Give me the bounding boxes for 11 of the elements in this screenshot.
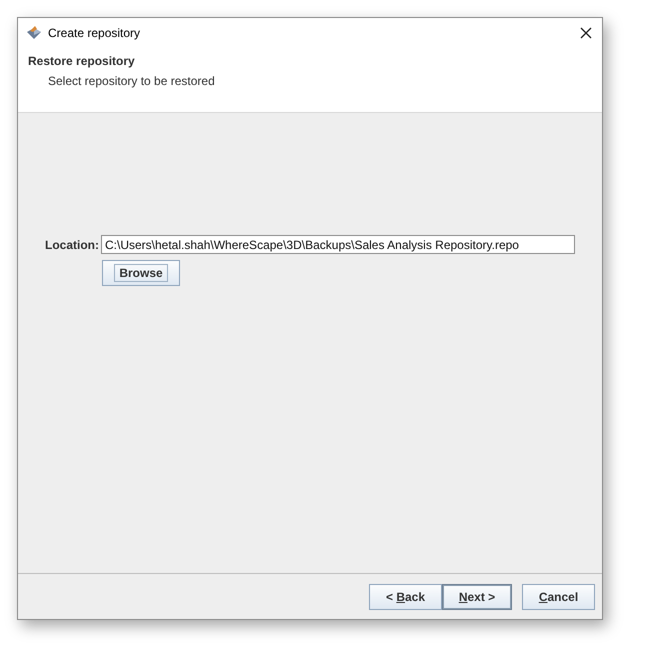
location-field[interactable]: C:\Users\hetal.shah\WhereScape\3D\Backups\Sales Analysis Repository.repo: [101, 235, 575, 254]
header-title: Restore repository: [28, 54, 136, 68]
app-logo-icon: [26, 26, 42, 40]
cancel-button[interactable]: Cancel: [522, 584, 595, 610]
header-subtitle: Select repository to be restored: [47, 74, 216, 88]
next-button[interactable]: Next >: [442, 584, 512, 610]
window-title: Create repository: [48, 26, 142, 40]
browse-button[interactable]: Browse: [102, 260, 180, 286]
location-label: Location:: [45, 238, 98, 252]
back-button[interactable]: < Back: [369, 584, 442, 610]
close-button[interactable]: [578, 25, 594, 41]
